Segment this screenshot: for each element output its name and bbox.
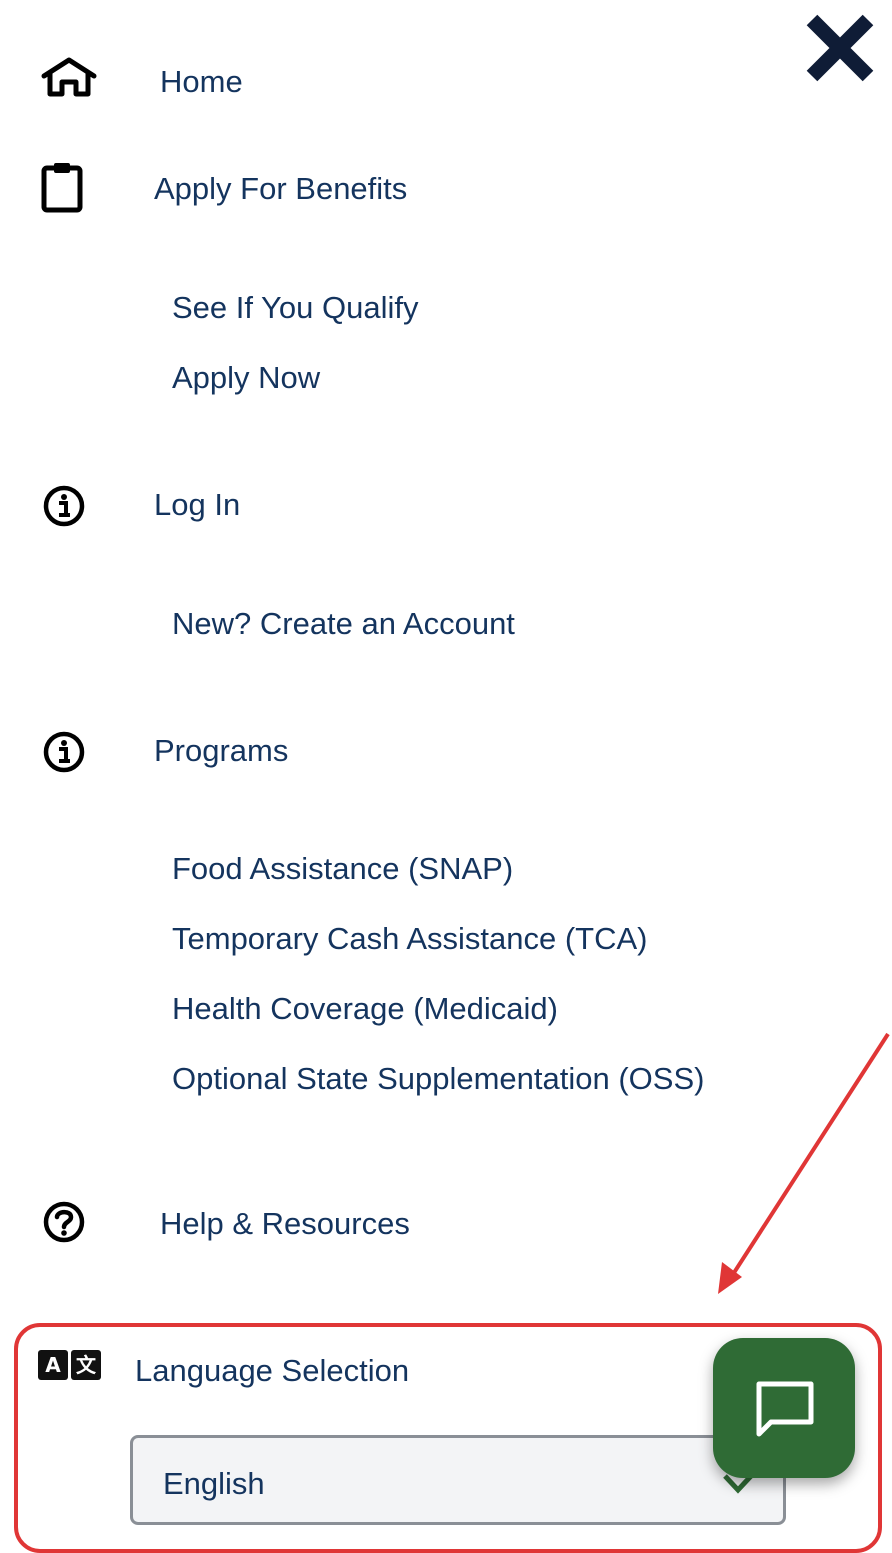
- language-select[interactable]: English: [130, 1435, 786, 1525]
- submenu-item-see-if-you-qualify[interactable]: See If You Qualify: [172, 292, 418, 323]
- submenu-item-optional-state-supplementation[interactable]: Optional State Supplementation (OSS): [172, 1063, 704, 1094]
- submenu-item-apply-now[interactable]: Apply Now: [172, 362, 320, 393]
- submenu-item-health-coverage[interactable]: Health Coverage (Medicaid): [172, 993, 558, 1024]
- info-icon: [43, 731, 85, 773]
- chat-button[interactable]: [713, 1338, 855, 1478]
- nav-label-apply-for-benefits: Apply For Benefits: [154, 171, 408, 206]
- submenu-item-temporary-cash-assistance[interactable]: Temporary Cash Assistance (TCA): [172, 923, 647, 954]
- home-icon: [41, 57, 97, 97]
- translate-icon: A 文: [38, 1350, 101, 1380]
- nav-label-log-in: Log In: [154, 487, 241, 522]
- annotation-arrow: [718, 1032, 890, 1294]
- nav-label-programs: Programs: [154, 733, 289, 768]
- language-select-value: English: [163, 1466, 265, 1501]
- nav-label-home: Home: [160, 64, 243, 99]
- clipboard-icon: [41, 163, 83, 213]
- chat-icon: [756, 1381, 814, 1437]
- close-menu-button[interactable]: [800, 10, 880, 86]
- close-icon: [806, 14, 874, 82]
- translate-badge-b: 文: [71, 1350, 101, 1380]
- submenu-item-create-account[interactable]: New? Create an Account: [172, 608, 515, 639]
- nav-label-help-resources: Help & Resources: [160, 1206, 410, 1241]
- info-icon: [43, 485, 85, 527]
- language-selection-label: Language Selection: [135, 1353, 410, 1388]
- help-icon: [43, 1201, 85, 1243]
- submenu-item-food-assistance[interactable]: Food Assistance (SNAP): [172, 853, 513, 884]
- translate-badge-a: A: [38, 1350, 68, 1380]
